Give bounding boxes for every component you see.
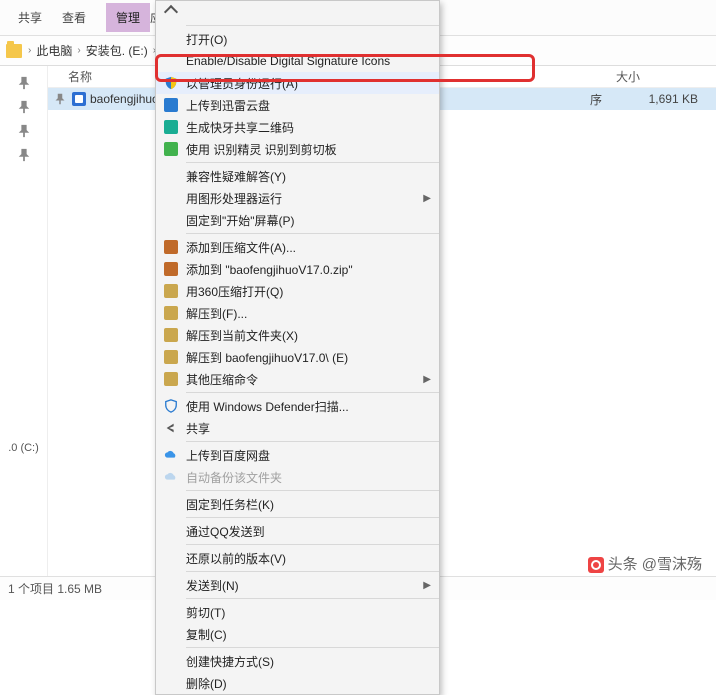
crumb-pc[interactable]: 此电脑 <box>36 42 72 59</box>
watermark: 头条 @雪沫殇 <box>588 553 702 574</box>
zip-icon <box>162 327 180 343</box>
menu-back[interactable] <box>156 1 439 23</box>
menu-defender[interactable]: 使用 Windows Defender扫描... <box>156 395 439 417</box>
menu-other-zip[interactable]: 其他压缩命令▶ <box>156 368 439 390</box>
menu-delete[interactable]: 删除(D) <box>156 672 439 694</box>
share-icon <box>162 420 180 436</box>
defender-icon <box>162 398 180 414</box>
menu-share[interactable]: 共享 <box>156 417 439 439</box>
menu-pin-taskbar[interactable]: 固定到任务栏(K) <box>156 493 439 515</box>
menu-upload-xunlei[interactable]: 上传到迅雷云盘 <box>156 94 439 116</box>
menu-label: 用图形处理器运行 <box>186 190 423 207</box>
shibie-icon <box>162 141 180 157</box>
tab-share[interactable]: 共享 <box>8 3 52 32</box>
menu-kuaiya[interactable]: 生成快牙共享二维码 <box>156 116 439 138</box>
menu-label: 发送到(N) <box>186 577 423 594</box>
crumb-drive[interactable]: 安装包. (E:) <box>86 42 148 59</box>
watermark-text: 头条 @雪沫殇 <box>608 556 702 573</box>
menu-label: 删除(D) <box>186 675 431 692</box>
zip-icon <box>162 305 180 321</box>
menu-label: 解压到(F)... <box>186 305 431 322</box>
menu-label: 复制(C) <box>186 626 431 643</box>
tab-view[interactable]: 查看 <box>52 3 96 32</box>
menu-label: 使用 识别精灵 识别到剪切板 <box>186 141 431 158</box>
menu-label: 通过QQ发送到 <box>186 523 431 540</box>
archive-icon <box>162 261 180 277</box>
status-text: 1 个项目 1.65 MB <box>8 580 102 597</box>
zip-icon <box>162 349 180 365</box>
menu-label: 解压到 baofengjihuoV17.0\ (E) <box>186 349 431 366</box>
menu-baidu[interactable]: 上传到百度网盘 <box>156 444 439 466</box>
menu-cut[interactable]: 剪切(T) <box>156 601 439 623</box>
chevron-right-icon: ▶ <box>423 580 431 591</box>
pin-icon <box>17 124 31 138</box>
pin-icon <box>17 100 31 114</box>
chevron-right-icon: ▶ <box>423 374 431 385</box>
menu-label: 上传到迅雷云盘 <box>186 97 431 114</box>
menu-label: 还原以前的版本(V) <box>186 550 431 567</box>
menu-shibie[interactable]: 使用 识别精灵 识别到剪切板 <box>156 138 439 160</box>
menu-label: 打开(O) <box>186 31 431 48</box>
menu-send-to[interactable]: 发送到(N)▶ <box>156 574 439 596</box>
chevron-right-icon[interactable]: › <box>28 45 31 56</box>
chevron-up-icon <box>162 4 180 20</box>
chevron-right-icon: ▶ <box>423 193 431 204</box>
menu-label: 创建快捷方式(S) <box>186 653 431 670</box>
menu-label: 解压到当前文件夹(X) <box>186 327 431 344</box>
pin-icon <box>17 148 31 162</box>
menu-compat[interactable]: 兼容性疑难解答(Y) <box>156 165 439 187</box>
menu-signature[interactable]: Enable/Disable Digital Signature Icons <box>156 50 439 72</box>
menu-label: 固定到"开始"屏幕(P) <box>186 212 431 229</box>
toutiao-icon <box>588 557 604 573</box>
menu-open-360[interactable]: 用360压缩打开(Q) <box>156 280 439 302</box>
menu-label: 兼容性疑难解答(Y) <box>186 168 431 185</box>
menu-gpu[interactable]: 用图形处理器运行▶ <box>156 187 439 209</box>
menu-add-zip[interactable]: 添加到 "baofengjihuoV17.0.zip" <box>156 258 439 280</box>
kuaiya-icon <box>162 119 180 135</box>
menu-add-archive[interactable]: 添加到压缩文件(A)... <box>156 236 439 258</box>
menu-extract-to[interactable]: 解压到(F)... <box>156 302 439 324</box>
sidebar-drive-c[interactable]: .0 (C:) <box>0 442 47 454</box>
menu-copy[interactable]: 复制(C) <box>156 623 439 645</box>
folder-icon <box>6 44 22 58</box>
menu-restore[interactable]: 还原以前的版本(V) <box>156 547 439 569</box>
menu-label: 用360压缩打开(Q) <box>186 283 431 300</box>
menu-pin-start[interactable]: 固定到"开始"屏幕(P) <box>156 209 439 231</box>
menu-label: 自动备份该文件夹 <box>186 469 431 486</box>
menu-shortcut[interactable]: 创建快捷方式(S) <box>156 650 439 672</box>
menu-label: 共享 <box>186 420 431 437</box>
menu-run-as-admin[interactable]: 以管理员身份运行(A) <box>156 72 439 94</box>
menu-label: 固定到任务栏(K) <box>186 496 431 513</box>
menu-label: 生成快牙共享二维码 <box>186 119 431 136</box>
menu-extract-here[interactable]: 解压到当前文件夹(X) <box>156 324 439 346</box>
chevron-right-icon[interactable]: › <box>77 45 80 56</box>
context-menu: 打开(O) Enable/Disable Digital Signature I… <box>155 0 440 695</box>
menu-label: 使用 Windows Defender扫描... <box>186 398 431 415</box>
cloud-icon <box>162 447 180 463</box>
menu-label: 以管理员身份运行(A) <box>186 75 431 92</box>
cloud-sync-icon <box>162 469 180 485</box>
application-icon <box>72 92 86 106</box>
zip-icon <box>162 371 180 387</box>
file-size: 1,691 KB <box>626 92 716 106</box>
menu-qq-send[interactable]: 通过QQ发送到 <box>156 520 439 542</box>
col-size[interactable]: 大小 <box>616 68 716 85</box>
pin-icon <box>54 93 68 105</box>
xunlei-icon <box>162 97 180 113</box>
menu-label: 上传到百度网盘 <box>186 447 431 464</box>
archive-icon <box>162 239 180 255</box>
menu-label: 添加到压缩文件(A)... <box>186 239 431 256</box>
file-type: 序 <box>566 91 626 108</box>
menu-label: 剪切(T) <box>186 604 431 621</box>
menu-extract-named[interactable]: 解压到 baofengjihuoV17.0\ (E) <box>156 346 439 368</box>
menu-label: 添加到 "baofengjihuoV17.0.zip" <box>186 261 431 278</box>
menu-open[interactable]: 打开(O) <box>156 28 439 50</box>
shield-icon <box>162 75 180 91</box>
menu-auto-backup: 自动备份该文件夹 <box>156 466 439 488</box>
menu-label: 其他压缩命令 <box>186 371 423 388</box>
zip-icon <box>162 283 180 299</box>
menu-label: Enable/Disable Digital Signature Icons <box>186 54 431 68</box>
sidebar: .0 (C:) <box>0 66 48 576</box>
pin-icon <box>17 76 31 90</box>
